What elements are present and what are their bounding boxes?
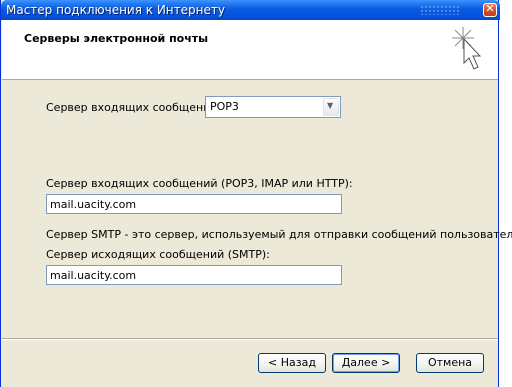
incoming-type-value: POP3 <box>210 100 239 113</box>
title-bar[interactable]: Мастер подключения к Интернету ✕ <box>1 0 500 20</box>
back-button[interactable]: < Назад <box>258 353 326 373</box>
close-button[interactable]: ✕ <box>483 2 497 17</box>
dropdown-button[interactable]: ▼ <box>323 98 339 116</box>
incoming-type-select[interactable]: POP3 ▼ <box>205 96 341 118</box>
footer-divider <box>2 338 498 340</box>
wizard-window: Мастер подключения к Интернету ✕ Серверы… <box>0 0 512 387</box>
window-title: Мастер подключения к Интернету <box>6 3 225 17</box>
title-bar-pattern <box>420 5 460 15</box>
cancel-button[interactable]: Отмена <box>416 353 484 373</box>
wizard-header: Серверы электронной почты <box>2 20 498 80</box>
page-title: Серверы электронной почты <box>24 32 209 45</box>
incoming-server-label: Сервер входящих сообщений (POP3, IMAP ил… <box>46 177 353 190</box>
next-button[interactable]: Далее > <box>332 353 400 373</box>
incoming-server-input[interactable] <box>46 194 342 214</box>
smtp-note: Сервер SMTP - это сервер, используемый д… <box>46 228 512 241</box>
wizard-cursor-icon <box>452 27 482 70</box>
chevron-down-icon: ▼ <box>327 101 334 110</box>
outgoing-server-label: Сервер исходящих сообщений (SMTP): <box>46 248 270 261</box>
close-icon: ✕ <box>485 2 495 15</box>
outgoing-server-input[interactable] <box>46 265 342 285</box>
incoming-type-label: Сервер входящих сообщений: <box>46 101 222 114</box>
